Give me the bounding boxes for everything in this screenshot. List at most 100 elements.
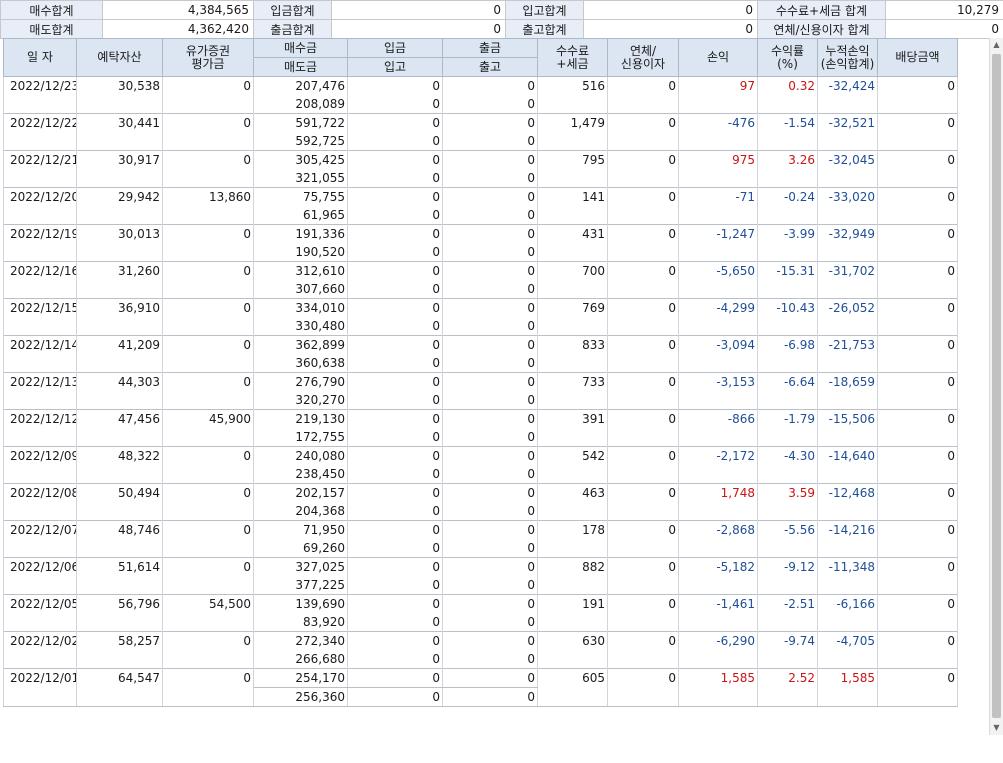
cell-date: 2022/12/02 <box>3 631 77 669</box>
table-row[interactable]: 2022/12/06 51,614 0 327,025 0 0 882 0 -5,182 -9.1… <box>3 557 1003 595</box>
cell-deposit: 0 <box>347 409 443 428</box>
scroll-down-arrow-icon[interactable]: ▼ <box>990 721 1003 735</box>
cell-dividend: 0 <box>877 224 958 262</box>
cell-sell-amount: 69,260 <box>253 539 348 558</box>
cell-cumulative-pnl: -4,705 <box>817 631 878 669</box>
cell-credit-interest: 0 <box>607 76 679 114</box>
header-stock-in[interactable]: 입고 <box>347 57 443 77</box>
cell-stock-out: 0 <box>442 206 538 225</box>
table-row[interactable]: 2022/12/21 30,917 0 305,425 0 0 795 0 975 3.26 -32… <box>3 150 1003 188</box>
cell-securities-value: 0 <box>162 76 254 114</box>
table-row[interactable]: 2022/12/05 56,796 54,500 139,690 0 0 191 0 -1,46… <box>3 594 1003 632</box>
cell-deposit: 0 <box>347 372 443 391</box>
cell-securities-value: 0 <box>162 483 254 521</box>
cell-sell-amount: 266,680 <box>253 650 348 669</box>
cell-dividend: 0 <box>877 150 958 188</box>
cell-deposit-assets: 56,796 <box>76 594 163 632</box>
cell-stock-out: 0 <box>442 391 538 410</box>
cell-date: 2022/12/06 <box>3 557 77 595</box>
header-credit-interest[interactable]: 연체/신용이자 <box>607 38 679 77</box>
cell-date: 2022/12/23 <box>3 76 77 114</box>
cell-fee-tax: 178 <box>537 520 608 558</box>
cell-cumulative-pnl: -18,659 <box>817 372 878 410</box>
cell-deposit-assets: 30,917 <box>76 150 163 188</box>
table-row[interactable]: 2022/12/16 31,260 0 312,610 0 0 700 0 -5,650 -15.… <box>3 261 1003 299</box>
cell-pnl: -476 <box>678 113 758 151</box>
cell-stock-in: 0 <box>347 465 443 484</box>
header-securities-value[interactable]: 유가증권 평가금 <box>162 38 254 77</box>
cell-stock-in: 0 <box>347 354 443 373</box>
table-row[interactable]: 2022/12/22 30,441 0 591,722 0 0 1,479 0 -476 -1.5… <box>3 113 1003 151</box>
header-return-rate[interactable]: 수익률 (%) <box>757 38 818 77</box>
cell-securities-value: 0 <box>162 520 254 558</box>
cell-return-rate: -0.24 <box>757 187 818 225</box>
cell-dividend: 0 <box>877 76 958 114</box>
fee-tax-total-label: 수수료+세금 합계 <box>757 0 886 20</box>
cell-withdraw: 0 <box>442 668 538 688</box>
cell-deposit: 0 <box>347 446 443 465</box>
cell-date: 2022/12/13 <box>3 372 77 410</box>
cell-pnl: -5,650 <box>678 261 758 299</box>
cell-securities-value: 0 <box>162 446 254 484</box>
cell-return-rate: -1.79 <box>757 409 818 447</box>
cell-fee-tax: 769 <box>537 298 608 336</box>
cell-deposit: 0 <box>347 557 443 576</box>
table-row[interactable]: 2022/12/23 30,538 0 207,476 0 0 516 0 97 0.32 -32,… <box>3 76 1003 114</box>
vertical-scrollbar[interactable]: ▲ ▼ <box>989 38 1003 735</box>
cell-stock-out: 0 <box>442 428 538 447</box>
cell-fee-tax: 141 <box>537 187 608 225</box>
scroll-up-arrow-icon[interactable]: ▲ <box>990 38 1003 52</box>
header-stock-out[interactable]: 출고 <box>442 57 538 77</box>
header-buy-amount[interactable]: 매수금 <box>253 38 348 58</box>
table-row[interactable]: 2022/12/19 30,013 0 191,336 0 0 431 0 -1,247 -3.9… <box>3 224 1003 262</box>
table-row[interactable]: 2022/12/09 48,322 0 240,080 0 0 542 0 -2,172 -4.3… <box>3 446 1003 484</box>
header-fee-tax[interactable]: 수수료 +세금 <box>537 38 608 77</box>
cell-return-rate: -6.98 <box>757 335 818 373</box>
table-row[interactable]: 2022/12/07 48,746 0 71,950 0 0 178 0 -2,868 -5.56… <box>3 520 1003 558</box>
cell-deposit: 0 <box>347 483 443 502</box>
cell-stock-out: 0 <box>442 650 538 669</box>
cell-securities-value: 0 <box>162 113 254 151</box>
cell-return-rate: -15.31 <box>757 261 818 299</box>
header-dividend[interactable]: 배당금액 <box>877 38 958 77</box>
cell-dividend: 0 <box>877 520 958 558</box>
cell-stock-out: 0 <box>442 132 538 151</box>
cell-sell-amount: 204,368 <box>253 502 348 521</box>
table-row[interactable]: 2022/12/08 50,494 0 202,157 0 0 463 0 1,748 3.59-… <box>3 483 1003 521</box>
header-date[interactable]: 일 자 <box>3 38 77 77</box>
cell-withdraw: 0 <box>442 631 538 650</box>
header-cum-line2: (손익합계) <box>820 56 875 71</box>
header-withdraw[interactable]: 출금 <box>442 38 538 58</box>
cell-sell-amount: 321,055 <box>253 169 348 188</box>
cell-deposit-assets: 31,260 <box>76 261 163 299</box>
table-row[interactable]: 2022/12/20 29,942 13,860 75,755 0 0 141 0 -71 -0.… <box>3 187 1003 225</box>
cell-cumulative-pnl: -26,052 <box>817 298 878 336</box>
cell-buy-amount: 240,080 <box>253 446 348 465</box>
cell-deposit: 0 <box>347 113 443 132</box>
header-deposit[interactable]: 입금 <box>347 38 443 58</box>
table-row[interactable]: 2022/12/15 36,910 0 334,010 0 0 769 0 -4,299 -10.… <box>3 298 1003 336</box>
cell-buy-amount: 362,899 <box>253 335 348 354</box>
table-row[interactable]: 2022/12/13 44,303 0 276,790 0 0 733 0 -3,153 -6.6… <box>3 372 1003 410</box>
table-row[interactable]: 2022/12/12 47,456 45,900 219,130 0 0 391 0 -866-… <box>3 409 1003 447</box>
header-sell-amount[interactable]: 매도금 <box>253 57 348 77</box>
header-pnl[interactable]: 손익 <box>678 38 758 77</box>
cell-sell-amount: 377,225 <box>253 576 348 595</box>
cell-date: 2022/12/21 <box>3 150 77 188</box>
table-row[interactable]: 2022/12/01 64,547 0 254,170 0 0 605 0 1,585 2.52 1… <box>3 668 1003 707</box>
header-deposit-assets[interactable]: 예탁자산 <box>76 38 163 77</box>
daily-transactions-grid[interactable]: 일 자 예탁자산 유가증권 평가금 매수금 입금 출금 수수료 +세금 연체/신용이… <box>3 38 1003 735</box>
cell-buy-amount: 312,610 <box>253 261 348 280</box>
cell-date: 2022/12/09 <box>3 446 77 484</box>
scrollbar-thumb[interactable] <box>992 54 1001 718</box>
cell-sell-amount: 330,480 <box>253 317 348 336</box>
cell-date: 2022/12/19 <box>3 224 77 262</box>
cell-date: 2022/12/01 <box>3 668 77 707</box>
table-row[interactable]: 2022/12/14 41,209 0 362,899 0 0 833 0 -3,094 -6.9… <box>3 335 1003 373</box>
table-row[interactable]: 2022/12/02 58,257 0 272,340 0 0 630 0 -6,290 -9.7… <box>3 631 1003 669</box>
cell-cumulative-pnl: -32,045 <box>817 150 878 188</box>
cell-stock-in: 0 <box>347 650 443 669</box>
cell-securities-value: 0 <box>162 557 254 595</box>
header-cumulative-pnl[interactable]: 누적손익 (손익합계) <box>817 38 878 77</box>
cell-withdraw: 0 <box>442 483 538 502</box>
